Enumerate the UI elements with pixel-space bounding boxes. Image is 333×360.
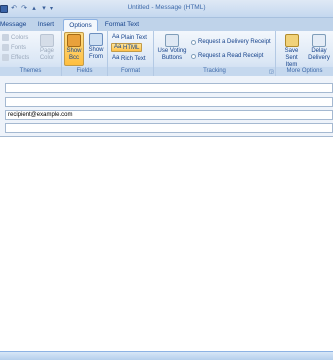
- show-from-button[interactable]: Show From: [86, 33, 106, 61]
- title-bar: ↶ ↷ ▴ ▾ ▾ Untitled - Message (HTML): [0, 0, 333, 18]
- colors-icon: [2, 34, 9, 41]
- fields-group: Show Bcc Show From Fields: [62, 31, 108, 76]
- save-sent-icon: [284, 34, 299, 47]
- ribbon-tabs: Message Insert Options Format Text: [0, 18, 333, 31]
- html-icon: Aa: [114, 44, 122, 50]
- more-options-group: Save Sent Item Delay Delivery More Optio…: [276, 31, 333, 76]
- rich-text-button[interactable]: Aa Rich Text: [112, 55, 146, 62]
- plain-text-button[interactable]: Aa Plain Text: [112, 34, 147, 41]
- ribbon: Colors Fonts Effects Page Color Themes S…: [0, 31, 333, 76]
- show-bcc-button[interactable]: Show Bcc: [64, 32, 84, 66]
- message-body[interactable]: [0, 136, 333, 351]
- window-title: Untitled - Message (HTML): [127, 4, 206, 11]
- rich-text-icon: Aa: [112, 55, 120, 61]
- fonts-button[interactable]: Fonts: [2, 44, 26, 51]
- fonts-icon: [2, 44, 9, 51]
- tab-message[interactable]: Message: [0, 19, 26, 31]
- tab-options[interactable]: Options: [63, 19, 98, 31]
- format-group-label: Format: [108, 67, 153, 76]
- more-options-group-label: More Options: [276, 67, 333, 76]
- tracking-group-label: Tracking: [154, 67, 275, 76]
- bcc-field[interactable]: recipient@example.com: [5, 110, 333, 120]
- tab-format-text[interactable]: Format Text: [102, 19, 142, 31]
- fields-group-label: Fields: [62, 67, 107, 76]
- page-color-icon: [40, 34, 54, 47]
- delivery-receipt-radio[interactable]: [191, 39, 196, 45]
- status-bar: [0, 351, 333, 360]
- save-sent-item-button[interactable]: Save Sent Item: [278, 34, 305, 69]
- effects-button[interactable]: Effects: [2, 54, 29, 61]
- cc-field[interactable]: [5, 97, 333, 107]
- colors-button[interactable]: Colors: [2, 34, 28, 41]
- delay-delivery-button[interactable]: Delay Delivery: [306, 34, 332, 62]
- to-field[interactable]: [5, 83, 333, 93]
- voting-buttons-button[interactable]: Use Voting Buttons: [156, 34, 188, 62]
- format-group: Aa Plain Text Aa HTML Aa Rich Text Forma…: [108, 31, 154, 76]
- read-receipt-radio[interactable]: [191, 53, 196, 59]
- html-button[interactable]: Aa HTML: [111, 43, 143, 52]
- read-receipt-option[interactable]: Request a Read Receipt: [191, 53, 263, 59]
- tracking-dialog-launcher-icon[interactable]: ◲: [269, 70, 274, 75]
- bcc-icon: [67, 34, 81, 47]
- delay-delivery-icon: [312, 34, 326, 47]
- tracking-group: Use Voting Buttons Request a Delivery Re…: [154, 31, 276, 76]
- effects-icon: [2, 54, 9, 61]
- delivery-receipt-option[interactable]: Request a Delivery Receipt: [191, 39, 271, 45]
- themes-group: Colors Fonts Effects Page Color Themes: [0, 31, 62, 76]
- from-icon: [89, 33, 103, 46]
- page-color-button[interactable]: Page Color: [36, 34, 58, 62]
- subject-field[interactable]: [5, 123, 333, 133]
- themes-group-label: Themes: [0, 67, 61, 76]
- tab-insert[interactable]: Insert: [33, 19, 59, 31]
- voting-icon: [165, 34, 179, 47]
- plain-text-icon: Aa: [112, 34, 120, 40]
